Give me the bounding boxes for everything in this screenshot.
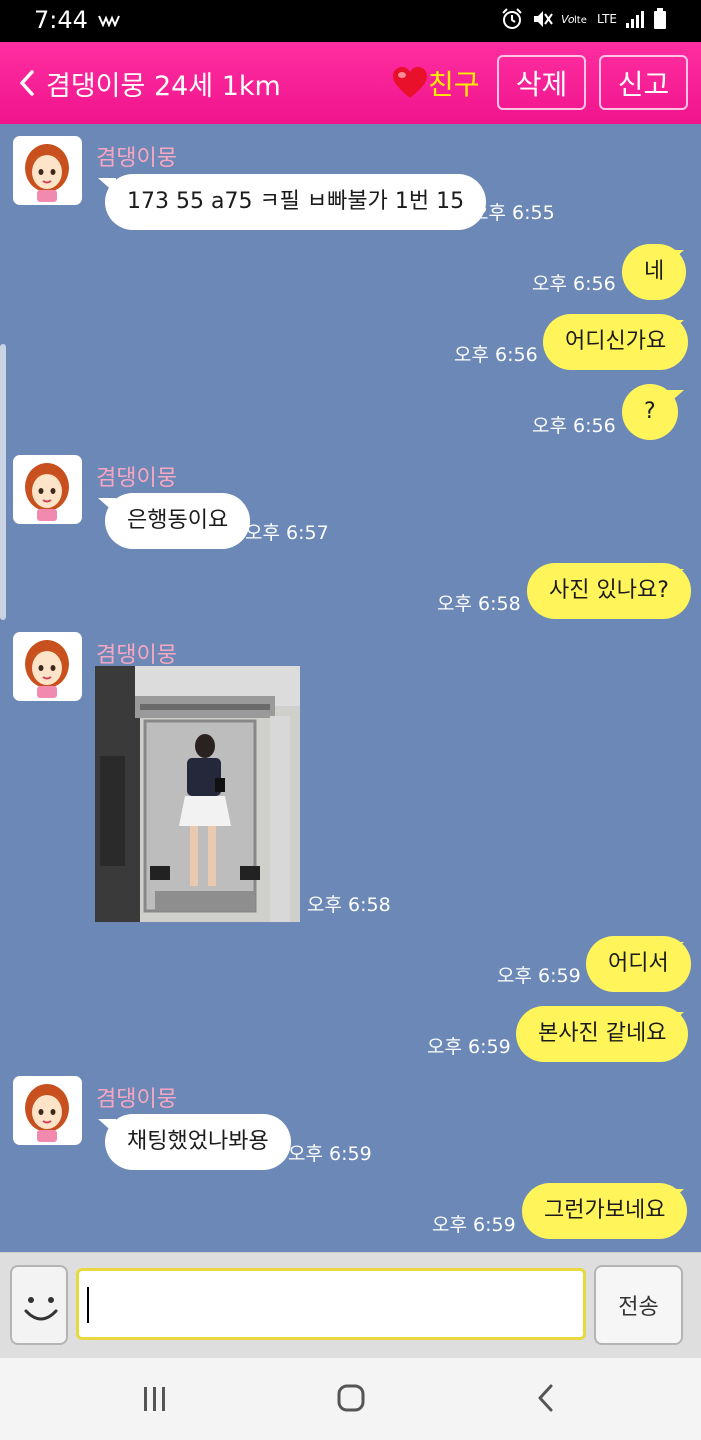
wifi-calling-icon [98, 15, 120, 27]
avatar[interactable] [13, 455, 82, 524]
message-bubble-outgoing[interactable]: 사진 있나요? [527, 563, 691, 619]
message-time: 오후 6:56 [532, 415, 616, 437]
delete-button[interactable]: 삭제 [497, 55, 586, 110]
status-bar: 7:44 Vo lte LTE [0, 0, 701, 42]
volte-icon: Vo lte [561, 13, 587, 26]
message-time: 오후 6:57 [245, 522, 329, 544]
chat-header: 겸댕이뭉 24세 1km 친구 삭제 신고 [0, 42, 701, 124]
lte-indicator: LTE [597, 12, 617, 26]
svg-text:Vo: Vo [561, 13, 575, 26]
message-bubble-incoming[interactable]: 173 55 a75 ㅋ필 ㅂ빠불가 1번 15 [105, 174, 487, 230]
message-input-bar: 전송 [0, 1252, 701, 1358]
emoji-button[interactable] [10, 1265, 68, 1345]
system-nav-bar [0, 1358, 701, 1440]
sender-name: 겸댕이뭉 [96, 643, 177, 668]
message-time: 오후 6:58 [307, 894, 391, 916]
recent-apps-icon[interactable] [142, 1386, 168, 1412]
sender-name: 겸댕이뭉 [96, 466, 177, 491]
message-time: 오후 6:56 [454, 344, 538, 366]
battery-icon [654, 8, 666, 29]
mirror-selfie-image [95, 666, 300, 922]
message-time: 오후 6:59 [288, 1143, 372, 1165]
message-time: 오후 6:59 [497, 965, 581, 987]
avatar[interactable] [13, 136, 82, 205]
message-input[interactable] [76, 1268, 586, 1340]
scroll-indicator[interactable] [0, 344, 6, 620]
svg-text:lte: lte [574, 15, 587, 26]
avatar[interactable] [13, 1076, 82, 1145]
smiley-icon [24, 1297, 58, 1321]
girl-avatar-icon [25, 144, 69, 202]
avatar[interactable] [13, 632, 82, 701]
message-bubble-incoming[interactable]: 은행동이요 [105, 493, 251, 549]
nav-back-icon[interactable] [535, 1384, 557, 1412]
girl-avatar-icon [25, 1084, 69, 1142]
girl-avatar-icon [25, 463, 69, 521]
message-bubble-outgoing[interactable]: 어디서 [586, 936, 691, 992]
message-time: 오후 6:55 [471, 202, 555, 224]
text-caret [87, 1287, 89, 1323]
message-time: 오후 6:59 [432, 1214, 516, 1236]
message-time: 오후 6:59 [427, 1036, 511, 1058]
status-time: 7:44 [34, 6, 88, 34]
chat-title: 겸댕이뭉 24세 1km [46, 71, 281, 102]
message-bubble-outgoing[interactable]: 본사진 같네요 [516, 1006, 689, 1062]
report-button[interactable]: 신고 [599, 55, 688, 110]
message-bubble-incoming[interactable]: 채팅했었나봐용 [105, 1114, 291, 1170]
message-bubble-outgoing[interactable]: 네 [622, 244, 687, 300]
message-bubble-outgoing[interactable]: 그런가보네요 [522, 1183, 688, 1239]
mute-icon [534, 11, 553, 27]
alarm-icon [502, 8, 522, 29]
sender-name: 겸댕이뭉 [96, 1087, 177, 1112]
heart-icon [393, 67, 427, 98]
message-bubble-outgoing[interactable]: 어디신가요 [543, 314, 689, 370]
signal-icon [626, 11, 644, 28]
home-icon[interactable] [337, 1384, 365, 1412]
message-time: 오후 6:56 [532, 273, 616, 295]
message-time: 오후 6:58 [437, 593, 521, 615]
message-bubble-outgoing[interactable]: ? [622, 384, 678, 440]
status-icons: Vo lte LTE [501, 8, 667, 30]
back-icon[interactable] [16, 66, 38, 100]
send-button[interactable]: 전송 [594, 1265, 683, 1345]
add-friend-button[interactable]: 친구 [392, 62, 480, 104]
photo-message[interactable] [95, 666, 300, 922]
girl-avatar-icon [25, 640, 69, 698]
friend-label: 친구 [428, 68, 480, 101]
sender-name: 겸댕이뭉 [96, 146, 177, 171]
chat-area[interactable]: 겸댕이뭉 173 55 a75 ㅋ필 ㅂ빠불가 1번 15 오후 6:55 네 … [0, 124, 701, 1252]
